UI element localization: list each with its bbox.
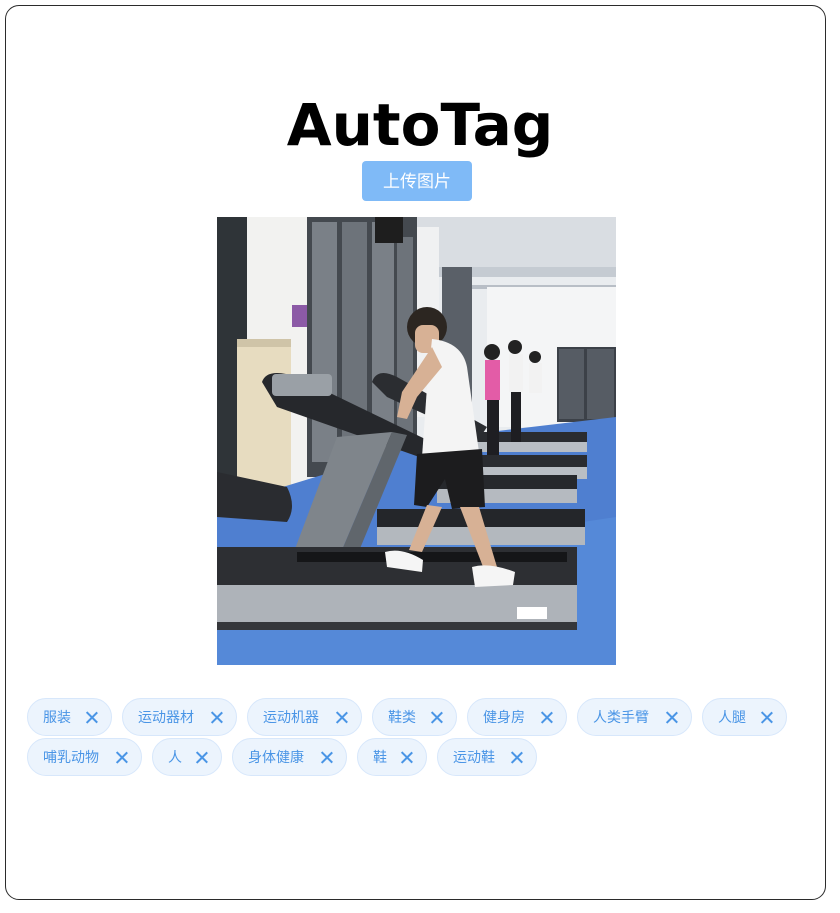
tag-label: 运动鞋 <box>453 750 495 766</box>
close-icon[interactable] <box>196 751 208 763</box>
close-icon[interactable] <box>761 711 773 723</box>
tag-label: 鞋 <box>373 750 387 766</box>
tag-chip[interactable]: 哺乳动物 <box>27 738 142 776</box>
tag-chip[interactable]: 服装 <box>27 698 112 736</box>
tag-chip[interactable]: 运动鞋 <box>437 738 537 776</box>
close-icon[interactable] <box>86 711 98 723</box>
close-icon[interactable] <box>336 711 348 723</box>
tag-label: 运动器材 <box>138 710 194 726</box>
tag-label: 哺乳动物 <box>43 750 99 766</box>
close-icon[interactable] <box>321 751 333 763</box>
tag-label: 人 <box>168 750 182 766</box>
tag-chip[interactable]: 人腿 <box>702 698 787 736</box>
tag-chip[interactable]: 人 <box>152 738 222 776</box>
tag-label: 鞋类 <box>388 710 416 726</box>
tag-label: 身体健康 <box>248 750 304 766</box>
tag-chip[interactable]: 运动器材 <box>122 698 237 736</box>
tag-chip[interactable]: 健身房 <box>467 698 567 736</box>
tag-chip[interactable]: 鞋类 <box>372 698 457 736</box>
tag-label: 服装 <box>43 710 71 726</box>
close-icon[interactable] <box>116 751 128 763</box>
tag-label: 健身房 <box>483 710 525 726</box>
upload-image-button[interactable]: 上传图片 <box>362 161 472 201</box>
tag-chip[interactable]: 运动机器 <box>247 698 362 736</box>
page-title: AutoTag <box>286 90 554 159</box>
close-icon[interactable] <box>541 711 553 723</box>
tag-label: 运动机器 <box>263 710 319 726</box>
close-icon[interactable] <box>666 711 678 723</box>
close-icon[interactable] <box>401 751 413 763</box>
close-icon[interactable] <box>431 711 443 723</box>
close-icon[interactable] <box>511 751 523 763</box>
tag-chip[interactable]: 身体健康 <box>232 738 347 776</box>
close-icon[interactable] <box>211 711 223 723</box>
tag-label: 人腿 <box>718 710 746 726</box>
tag-chip[interactable]: 鞋 <box>357 738 427 776</box>
uploaded-photo <box>217 217 616 665</box>
tag-chip[interactable]: 人类手臂 <box>577 698 692 736</box>
tag-label: 人类手臂 <box>593 710 649 726</box>
